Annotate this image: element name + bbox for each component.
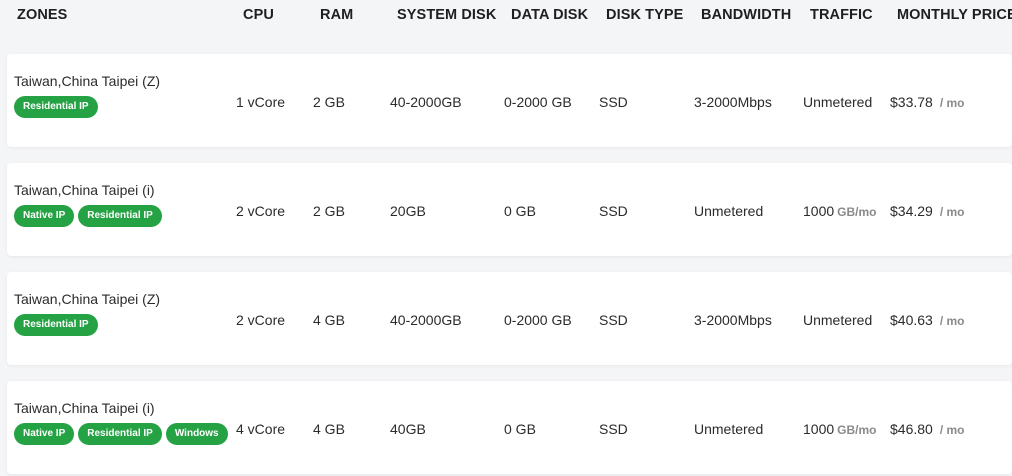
cpu-value: 2 vCore [236,203,286,219]
bandwidth-value: 3-2000Mbps [694,94,772,110]
data-disk-value: 0 GB [504,203,536,219]
price-unit: / mo [939,205,965,219]
traffic-amount: 1000 [803,421,835,437]
cpu-value: 1 vCore [236,94,286,110]
header-zones: ZONES [17,7,68,23]
badge: Native IP [14,205,75,227]
badge: Residential IP [78,423,162,445]
badge-group: Residential IP [14,96,98,118]
table-row[interactable]: Taiwan,China Taipei (i) Native IP Reside… [7,381,1012,474]
badge-group: Residential IP [14,314,98,336]
cpu-value: 2 vCore [236,312,286,328]
bandwidth-value: Unmetered [694,203,764,219]
price-unit: / mo [939,423,965,437]
zone-name: Taiwan,China Taipei (Z) [14,291,161,307]
ram-value: 4 GB [313,312,345,328]
cpu-value: 4 vCore [236,421,286,437]
header-ram: RAM [320,7,354,23]
disk-type-value: SSD [599,203,628,219]
badge-group: Native IP Residential IP [14,205,162,227]
header-monthly-price: MONTHLY PRICE [897,7,1012,23]
table-header: ZONES CPU RAM SYSTEM DISK DATA DISK DISK… [0,0,1012,32]
data-disk-value: 0 GB [504,421,536,437]
traffic-amount: Unmetered [803,94,873,110]
price-unit: / mo [939,96,965,110]
price-amount: $34.29 [890,203,933,219]
badge: Residential IP [14,314,98,336]
traffic-unit: GB/mo [837,205,877,219]
bandwidth-value: Unmetered [694,421,764,437]
data-disk-value: 0-2000 GB [504,312,572,328]
zone-name: Taiwan,China Taipei (Z) [14,73,161,89]
system-disk-value: 40-2000GB [390,94,462,110]
system-disk-value: 40GB [390,421,426,437]
traffic-value: Unmetered [803,94,875,110]
disk-type-value: SSD [599,312,628,328]
disk-type-value: SSD [599,94,628,110]
header-bandwidth: BANDWIDTH [701,7,792,23]
badge-group: Native IP Residential IP Windows [14,423,228,445]
badge: Windows [165,423,228,445]
price-unit: / mo [939,314,965,328]
traffic-value: 1000 GB/mo [803,421,877,437]
ram-value: 4 GB [313,421,345,437]
traffic-value: 1000 GB/mo [803,203,877,219]
data-disk-value: 0-2000 GB [504,94,572,110]
table-row[interactable]: Taiwan,China Taipei (Z) Residential IP 2… [7,272,1012,365]
price-value: $46.80 / mo [890,421,965,437]
traffic-value: Unmetered [803,312,875,328]
badge: Residential IP [78,205,162,227]
price-value: $33.78 / mo [890,94,965,110]
header-system-disk: SYSTEM DISK [397,7,497,23]
price-value: $40.63 / mo [890,312,965,328]
bandwidth-value: 3-2000Mbps [694,312,772,328]
ram-value: 2 GB [313,203,345,219]
system-disk-value: 20GB [390,203,426,219]
price-amount: $46.80 [890,421,933,437]
header-traffic: TRAFFIC [810,7,873,23]
header-data-disk: DATA DISK [511,7,589,23]
ram-value: 2 GB [313,94,345,110]
price-value: $34.29 / mo [890,203,965,219]
zone-name: Taiwan,China Taipei (i) [14,182,155,198]
header-disk-type: DISK TYPE [606,7,684,23]
system-disk-value: 40-2000GB [390,312,462,328]
price-amount: $40.63 [890,312,933,328]
badge: Residential IP [14,96,98,118]
disk-type-value: SSD [599,421,628,437]
traffic-amount: 1000 [803,203,835,219]
header-cpu: CPU [243,7,274,23]
traffic-amount: Unmetered [803,312,873,328]
badge: Native IP [14,423,75,445]
zone-name: Taiwan,China Taipei (i) [14,400,155,416]
table-row[interactable]: Taiwan,China Taipei (Z) Residential IP 1… [7,54,1012,147]
table-row[interactable]: Taiwan,China Taipei (i) Native IP Reside… [7,163,1012,256]
traffic-unit: GB/mo [837,423,877,437]
price-amount: $33.78 [890,94,933,110]
